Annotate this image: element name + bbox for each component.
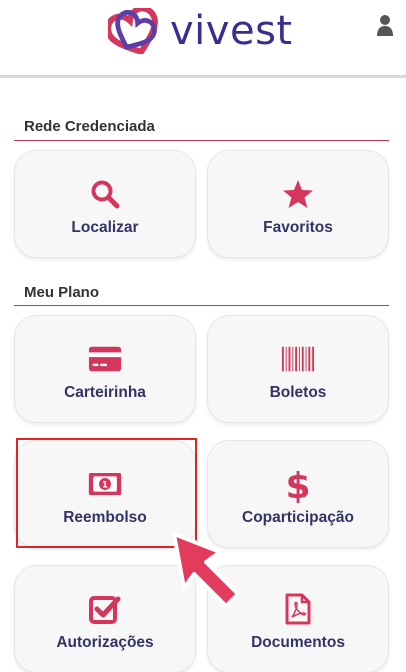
pointer-arrow-icon [172,532,240,608]
pdf-document-icon [281,592,315,626]
vivest-heart-logo-icon [108,8,158,54]
tile-label: Coparticipação [242,509,354,526]
tile-label: Favoritos [263,219,333,236]
brand-logo: vivest [108,6,293,56]
tile-favoritos[interactable]: Favoritos [207,150,389,258]
tile-label: Documentos [251,634,345,651]
section-title-meu-plano: Meu Plano [24,284,100,301]
user-icon[interactable] [376,14,394,36]
section-title-rede-credenciada: Rede Credenciada [24,118,155,135]
card-icon [88,342,122,376]
tile-boletos[interactable]: Boletos [207,315,389,423]
search-icon [88,177,122,211]
tile-label: Carteirinha [64,384,146,401]
tile-label: Autorizações [56,634,154,651]
tile-label: Boletos [269,384,327,401]
checkbox-icon [88,592,122,626]
section-divider [14,305,389,306]
section-divider [14,140,389,141]
app-header: vivest [0,0,406,78]
barcode-icon [281,342,315,376]
svg-text:$: $ [286,466,310,503]
brand-name: vivest [170,8,293,54]
tile-localizar[interactable]: Localizar [14,150,196,258]
tile-carteirinha[interactable]: Carteirinha [14,315,196,423]
tile-label: Localizar [71,219,139,236]
star-icon [281,177,315,211]
dollar-icon: $ [281,466,315,503]
